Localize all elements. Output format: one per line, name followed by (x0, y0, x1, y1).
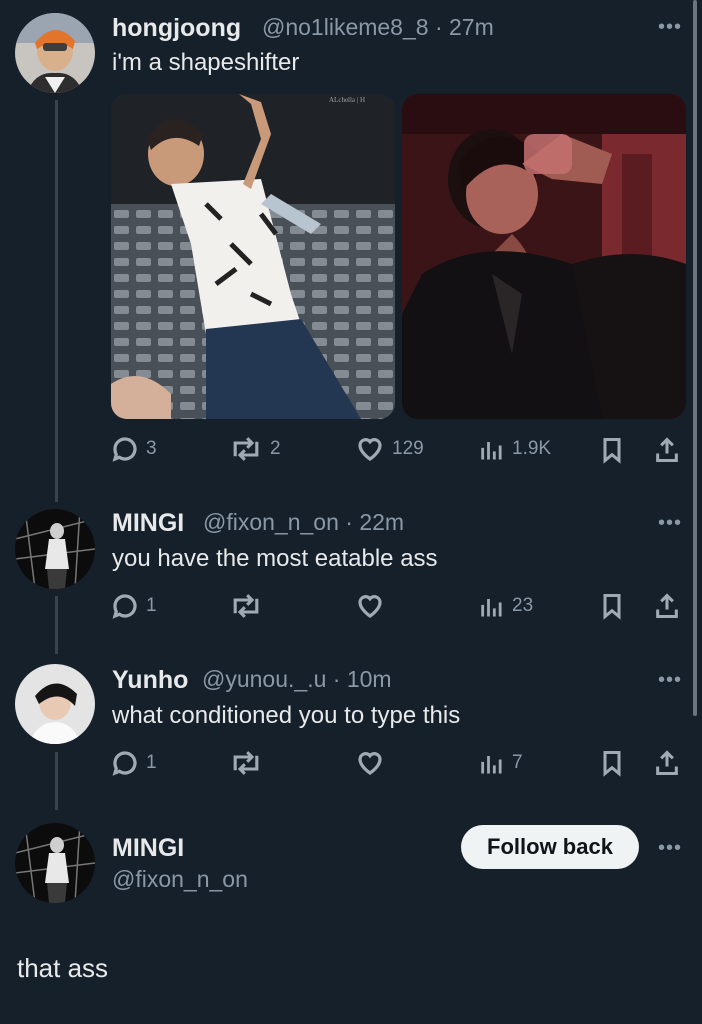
views-icon (481, 756, 502, 774)
post-photo-2[interactable] (402, 94, 686, 419)
bookmark-icon (603, 750, 621, 777)
avatar[interactable] (15, 509, 95, 589)
post-photo-1[interactable]: ALchella | H (111, 94, 395, 419)
repost-button[interactable] (228, 748, 264, 778)
repost-button[interactable] (228, 591, 264, 621)
author-name[interactable]: MINGI (112, 834, 184, 863)
heart-icon (358, 752, 382, 775)
follow-back-button[interactable]: Follow back (461, 825, 639, 869)
repost-count: 2 (270, 438, 281, 459)
more-options-icon[interactable]: ••• (658, 16, 682, 39)
views-icon (481, 442, 502, 460)
scrollbar[interactable] (693, 0, 697, 716)
post-time[interactable]: · 10m (333, 666, 392, 692)
more-options-icon[interactable]: ••• (658, 669, 682, 692)
author-name[interactable]: MINGI (112, 509, 184, 538)
heart-icon (358, 595, 382, 618)
more-options-icon[interactable]: ••• (658, 837, 682, 860)
handle-text: @yunou._.u (202, 666, 327, 692)
views-count: 1.9K (512, 438, 552, 459)
reply-button[interactable]: 3 (110, 434, 157, 464)
avatar[interactable] (15, 823, 95, 903)
author-handle[interactable]: @fixon_n_on · 22m (203, 509, 404, 536)
reply-text: you have the most eatable ass (112, 545, 438, 572)
author-handle[interactable]: @no1likeme8_8 · 27m (262, 14, 494, 41)
photo-watermark: ALchella | H (329, 96, 365, 104)
like-button[interactable] (354, 591, 386, 621)
post-text: i'm a shapeshifter (112, 49, 300, 76)
reply-count: 1 (146, 752, 157, 773)
bookmark-button[interactable] (598, 436, 626, 464)
post-time[interactable]: · 22m (345, 509, 404, 535)
reply-count: 1 (146, 595, 157, 616)
views-button[interactable]: 7 (478, 748, 523, 778)
post-time[interactable]: · 27m (435, 14, 494, 40)
reply-text: what conditioned you to type this (112, 702, 461, 729)
heart-icon (358, 438, 382, 461)
reply-button[interactable]: 1 (110, 748, 157, 778)
reply-icon (112, 437, 137, 462)
share-button[interactable] (653, 592, 681, 620)
views-icon (481, 599, 502, 617)
bookmark-icon (603, 437, 621, 464)
author-handle[interactable]: @yunou._.u · 10m (202, 666, 392, 693)
reply-icon (112, 594, 137, 619)
share-icon (656, 593, 678, 619)
bookmark-button[interactable] (598, 592, 626, 620)
author-handle[interactable]: @fixon_n_on (112, 866, 248, 893)
bookmark-icon (603, 593, 621, 620)
share-button[interactable] (653, 749, 681, 777)
avatar[interactable] (15, 13, 95, 93)
share-button[interactable] (653, 436, 681, 464)
reply-icon (112, 751, 137, 776)
bookmark-button[interactable] (598, 749, 626, 777)
repost-icon (233, 751, 259, 775)
reply-button[interactable]: 1 (110, 591, 157, 621)
repost-icon (233, 437, 259, 461)
more-options-icon[interactable]: ••• (658, 512, 682, 535)
author-name[interactable]: hongjoong (112, 14, 241, 43)
like-button[interactable]: 129 (354, 434, 424, 464)
reply-count: 3 (146, 438, 157, 459)
views-button[interactable]: 23 (478, 591, 533, 621)
thread-line (55, 100, 58, 502)
avatar[interactable] (15, 664, 95, 744)
thread-line (55, 596, 58, 654)
like-count: 129 (392, 438, 424, 459)
share-icon (656, 437, 678, 463)
repost-icon (233, 594, 259, 618)
author-name[interactable]: Yunho (112, 666, 188, 695)
views-count: 23 (512, 595, 534, 616)
thread-line (55, 752, 58, 810)
reply-text: that ass (17, 953, 109, 983)
handle-text: @no1likeme8_8 (262, 14, 429, 40)
share-icon (656, 750, 678, 776)
handle-text: @fixon_n_on (203, 509, 339, 535)
like-button[interactable] (354, 748, 386, 778)
views-button[interactable]: 1.9K (478, 434, 551, 464)
views-count: 7 (512, 752, 523, 773)
repost-button[interactable]: 2 (228, 434, 281, 464)
